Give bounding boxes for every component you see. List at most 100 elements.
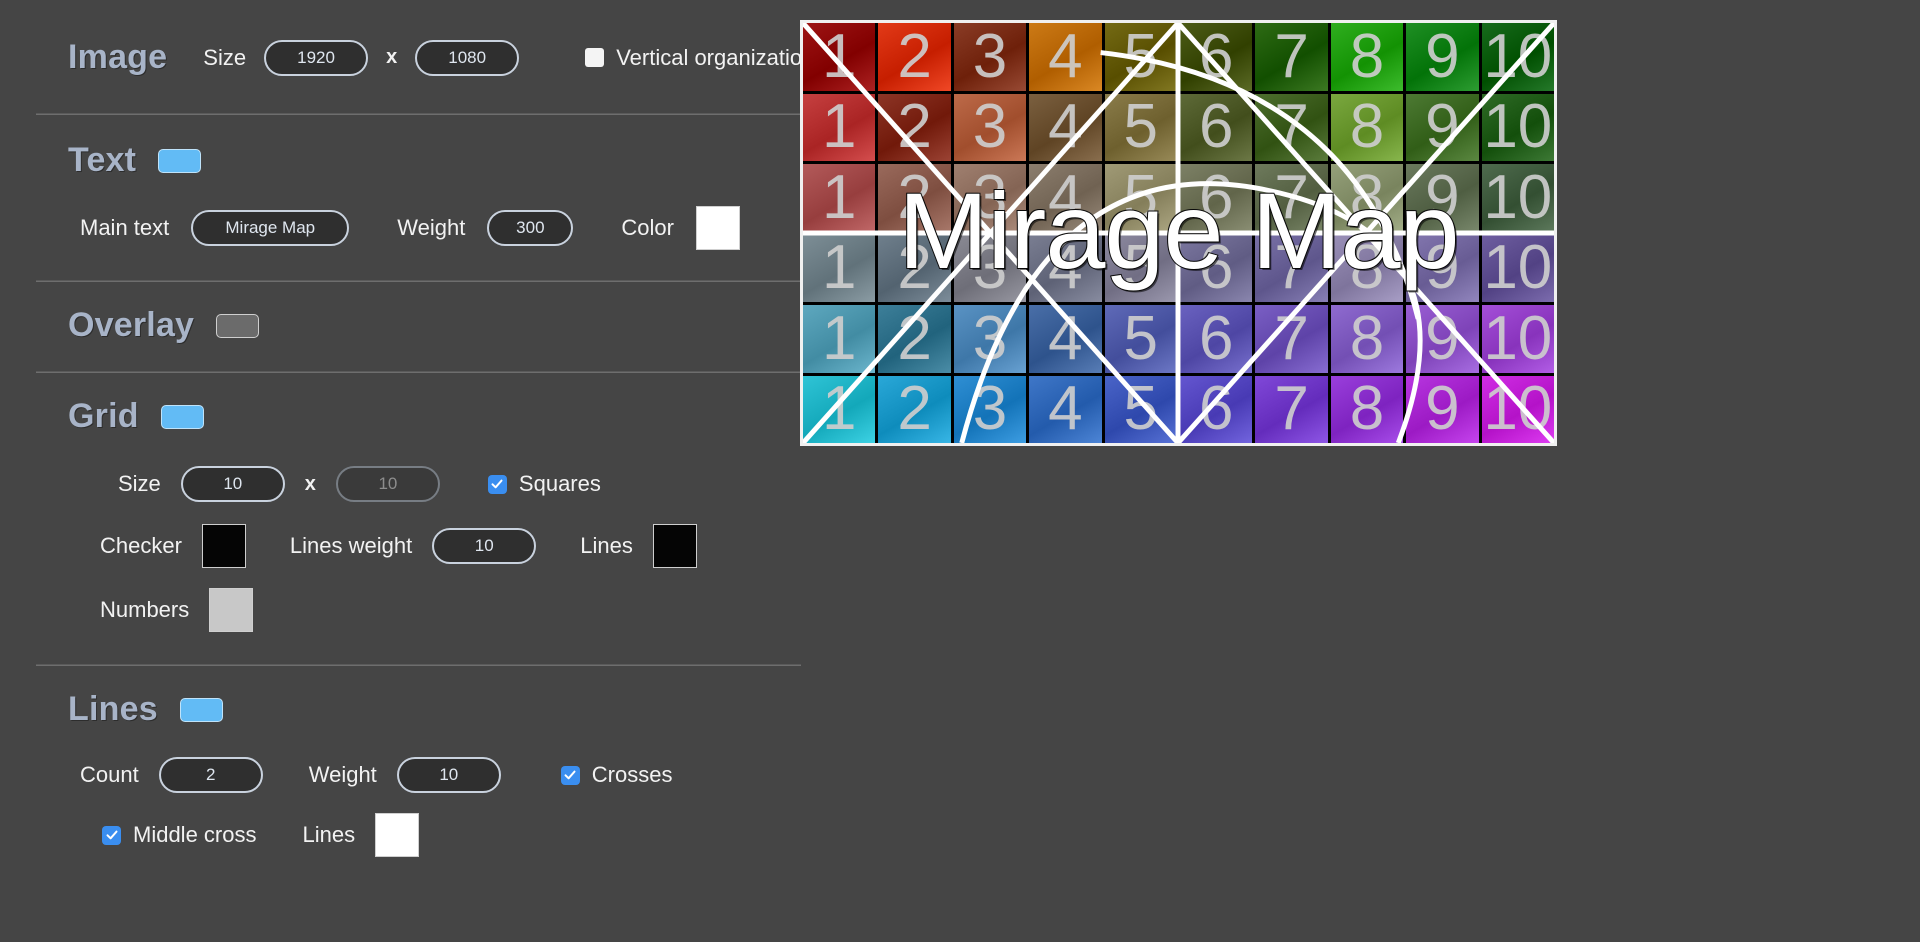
grid-cell: 6: [1180, 23, 1253, 91]
text-color-swatch[interactable]: [695, 206, 740, 250]
main-text-input[interactable]: Mirage Map: [191, 210, 350, 246]
grid-cell: 8: [1330, 375, 1404, 443]
grid-cell: 10: [1481, 305, 1554, 373]
grid-cell: 7: [1255, 23, 1328, 91]
squares-checkbox-wrap[interactable]: Squares: [487, 471, 601, 497]
image-height-input[interactable]: 1080: [415, 39, 520, 76]
lines-weight-input[interactable]: 10: [396, 757, 501, 793]
grid-cell-number: 1: [821, 305, 857, 373]
grid-cell-number: 9: [1425, 93, 1460, 161]
grid-cell: 4: [1029, 375, 1102, 443]
grid-cell: 5: [1104, 234, 1177, 302]
vertical-organization-label: Vertical organization: [616, 44, 815, 70]
vertical-organization-checkbox-wrap[interactable]: Vertical organization: [585, 45, 814, 71]
grid-cell-number: 9: [1425, 305, 1460, 373]
grid-cell: 8: [1330, 164, 1404, 232]
grid-cell-number: 3: [972, 234, 1008, 302]
grid-cell-number: 1: [821, 375, 857, 443]
grid-cell-number: 9: [1425, 23, 1460, 91]
grid-cell: 2: [878, 93, 951, 161]
checker-label: Checker: [100, 533, 182, 558]
image-size-label: Size: [203, 44, 247, 70]
numbers-color-swatch[interactable]: [209, 588, 254, 632]
overlay-enable-toggle[interactable]: [216, 313, 260, 338]
grid-cell: 1: [803, 93, 876, 161]
grid-cell-number: 4: [1048, 305, 1083, 373]
grid-lines-weight-input[interactable]: 10: [432, 528, 537, 564]
grid-cell-number: 7: [1274, 375, 1309, 443]
grid-cell-number: 2: [897, 93, 932, 161]
lines-count-input[interactable]: 2: [158, 757, 263, 793]
text-weight-label: Weight: [397, 215, 466, 240]
grid-cell: 8: [1330, 23, 1404, 91]
squares-checkbox[interactable]: [487, 474, 507, 494]
grid-cell-number: 7: [1274, 93, 1309, 161]
grid-cell-number: 2: [897, 164, 932, 232]
text-enable-toggle[interactable]: [158, 148, 202, 173]
grid-cell-number: 5: [1123, 375, 1159, 443]
grid-cols-input[interactable]: 10: [180, 466, 285, 502]
grid-cell: 1: [803, 234, 876, 302]
grid-cell-number: 5: [1123, 23, 1159, 91]
grid-cell-number: 10: [1483, 93, 1553, 161]
middle-cross-checkbox[interactable]: [102, 825, 121, 845]
grid-cell: 1: [803, 164, 876, 232]
grid-size-separator: x: [304, 472, 316, 495]
grid-cell-number: 4: [1048, 234, 1083, 302]
crosses-label: Crosses: [591, 762, 673, 787]
lines-count-row: Count 2 Weight 10 Crosses: [0, 757, 980, 793]
checker-color-swatch[interactable]: [201, 524, 246, 568]
grid-cell-number: 4: [1048, 23, 1083, 91]
grid-cell-number: 9: [1425, 234, 1460, 302]
image-size-row: Size 1920 x 1080 Vertical organization: [189, 39, 814, 76]
text-weight-input[interactable]: 300: [487, 210, 574, 246]
image-preview[interactable]: 1 2 3 4 5 6 7 8 9 10 1 2 3 4 5 6 7 8 9 10 1 2 3 4 5 6 7 8 9 10 1 2 3 4 5 6 7…: [800, 20, 1557, 446]
lines-section-header: Lines: [0, 690, 980, 729]
grid-size-label: Size: [118, 471, 161, 496]
lines-middle-cross-row: Middle cross Lines: [0, 813, 980, 857]
squares-label: Squares: [518, 471, 601, 496]
image-width-input[interactable]: 1920: [264, 39, 369, 76]
grid-enable-toggle[interactable]: [160, 404, 204, 429]
grid-cell: 1: [803, 305, 876, 373]
grid-cell: 3: [953, 375, 1027, 443]
grid-cell: 10: [1481, 164, 1554, 232]
grid-lines-color-swatch[interactable]: [652, 524, 697, 568]
preview-grid: 1 2 3 4 5 6 7 8 9 10 1 2 3 4 5 6 7 8 9 10 1 2 3 4 5 6 7 8 9 10 1 2 3 4 5 6 7…: [803, 23, 1554, 443]
grid-cell: 2: [878, 305, 951, 373]
image-size-separator: x: [386, 46, 398, 68]
lines-color-swatch[interactable]: [375, 813, 420, 857]
grid-cell-number: 6: [1198, 375, 1234, 443]
vertical-organization-checkbox[interactable]: [585, 48, 605, 67]
grid-cell-number: 3: [972, 93, 1008, 161]
middle-cross-checkbox-wrap[interactable]: Middle cross: [102, 822, 256, 848]
section-title-grid: Grid: [68, 397, 139, 435]
grid-cell: 9: [1406, 164, 1479, 232]
lines-weight-label: Weight: [308, 762, 377, 787]
grid-cell-number: 5: [1123, 234, 1159, 302]
grid-cell-number: 2: [897, 23, 932, 91]
grid-rows-input[interactable]: 10: [335, 466, 440, 502]
crosses-checkbox[interactable]: [560, 765, 580, 785]
grid-cell-number: 1: [821, 93, 857, 161]
grid-cell-number: 6: [1198, 23, 1234, 91]
grid-cell-number: 9: [1425, 164, 1460, 232]
grid-cell: 5: [1104, 164, 1177, 232]
grid-cell: 3: [953, 93, 1027, 161]
grid-cell: 2: [878, 23, 951, 91]
grid-cell: 4: [1029, 234, 1102, 302]
grid-cell: 5: [1104, 93, 1177, 161]
section-title-overlay: Overlay: [68, 306, 195, 344]
grid-cell: 6: [1180, 93, 1253, 161]
crosses-checkbox-wrap[interactable]: Crosses: [560, 762, 673, 788]
grid-cell: 8: [1330, 234, 1404, 302]
lines-color-label: Lines: [302, 822, 356, 847]
grid-cell-number: 6: [1198, 234, 1234, 302]
grid-cell-number: 1: [821, 23, 857, 91]
grid-lines-color-label: Lines: [580, 533, 633, 558]
grid-cell-number: 3: [972, 23, 1008, 91]
lines-enable-toggle[interactable]: [179, 697, 223, 722]
grid-cell: 2: [878, 375, 951, 443]
grid-cell-number: 3: [972, 305, 1008, 373]
grid-checker-row: Checker Lines weight 10 Lines: [0, 524, 980, 568]
